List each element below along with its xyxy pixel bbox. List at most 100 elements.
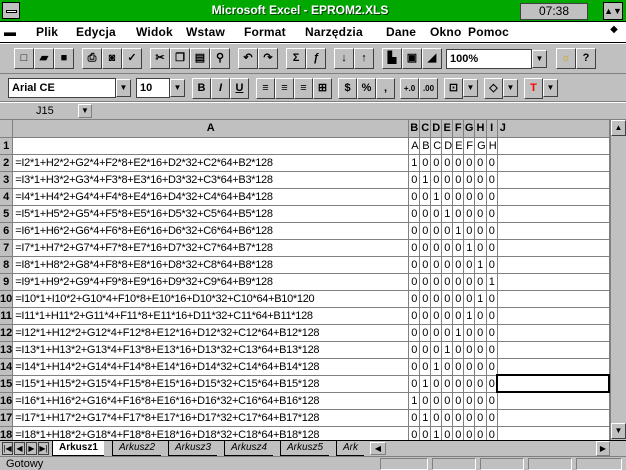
bit-cell[interactable]: 0 — [419, 392, 432, 410]
title-bar[interactable]: Microsoft Excel - EPROM2.XLS 07:38 ▲▼ — [0, 0, 626, 22]
zoom-dropdown-icon[interactable]: ▼ — [532, 50, 547, 68]
bit-cell[interactable]: 0 — [486, 171, 498, 189]
bit-cell[interactable]: 0 — [486, 341, 498, 359]
sort-desc-icon[interactable]: ↑ — [354, 48, 374, 69]
cell-reference-box[interactable]: J15 — [20, 104, 72, 118]
cell[interactable] — [497, 222, 610, 240]
row-header[interactable]: 17 — [0, 409, 14, 427]
cell-reference-dropdown-icon[interactable]: ▼ — [78, 104, 92, 118]
bit-cell[interactable]: 0 — [486, 426, 498, 440]
align-right-icon[interactable]: ≡ — [294, 78, 313, 99]
formula-cell[interactable]: =I4*1+H4*2+G4*4+F4*8+E4*16+D4*32+C4*64+B… — [12, 188, 410, 206]
maximize-restore-button[interactable]: ▲▼ — [603, 2, 623, 20]
bit-cell[interactable]: 0 — [486, 256, 498, 274]
cell[interactable] — [497, 307, 610, 325]
bit-cell[interactable]: 0 — [430, 324, 443, 342]
bit-cell[interactable]: 0 — [419, 358, 432, 376]
bit-cell[interactable]: 0 — [474, 409, 487, 427]
cell[interactable] — [497, 273, 610, 291]
column-header[interactable]: A — [12, 120, 410, 138]
bit-cell[interactable]: 0 — [452, 426, 465, 440]
formula-cell[interactable]: =I7*1+H7*2+G7*4+F7*8+E7*16+D7*32+C7*64+B… — [12, 239, 410, 257]
bit-cell[interactable]: 1 — [452, 222, 465, 240]
bit-cell[interactable]: 0 — [430, 392, 443, 410]
formula-cell[interactable]: =I18*1+H18*2+G18*4+F18*8+E18*16+D18*32+C… — [12, 426, 410, 440]
zoom-box[interactable]: 100% — [446, 49, 532, 69]
bit-cell[interactable]: 0 — [419, 256, 432, 274]
cell[interactable] — [497, 137, 610, 155]
bit-cell[interactable]: 0 — [452, 205, 465, 223]
bit-cell[interactable]: 0 — [441, 154, 454, 172]
font-color-dropdown-icon[interactable]: ▼ — [543, 79, 558, 97]
bit-cell[interactable]: 0 — [463, 290, 476, 308]
borders-icon[interactable]: ⊡ — [444, 78, 463, 99]
bit-cell[interactable]: 0 — [474, 426, 487, 440]
bit-cell[interactable]: 0 — [441, 307, 454, 325]
sheet-tab-ark[interactable]: Ark — [336, 441, 364, 456]
row-header[interactable]: 5 — [0, 205, 14, 223]
scroll-down-icon[interactable]: ▼ — [611, 423, 626, 439]
bit-cell[interactable]: 0 — [486, 324, 498, 342]
bit-cell[interactable]: 0 — [474, 358, 487, 376]
bit-cell[interactable]: 1 — [463, 239, 476, 257]
row-header[interactable]: 15 — [0, 375, 14, 393]
column-header[interactable]: J — [497, 120, 610, 138]
bit-cell[interactable]: 0 — [463, 375, 476, 393]
bit-cell[interactable]: 0 — [452, 290, 465, 308]
row-header[interactable]: 16 — [0, 392, 14, 410]
scissors-icon[interactable]: ✂ — [150, 48, 170, 69]
formula-cell[interactable]: =I10*1+I10*2+G10*4+F10*8+E10*16+D10*32+C… — [12, 290, 410, 308]
cell[interactable] — [497, 239, 610, 257]
increase-decimal-icon[interactable]: +.0 — [400, 78, 419, 99]
cell[interactable] — [497, 290, 610, 308]
document-system-menu-button[interactable]: ▬ — [4, 26, 18, 39]
bit-cell[interactable]: 0 — [474, 273, 487, 291]
bit-cell[interactable]: 0 — [430, 205, 443, 223]
bit-cell[interactable]: 0 — [452, 341, 465, 359]
menu-edycja[interactable]: Edycja — [76, 25, 116, 39]
bit-cell[interactable]: 1 — [419, 171, 432, 189]
bit-cell[interactable]: 0 — [463, 426, 476, 440]
bit-cell[interactable]: 0 — [408, 273, 421, 291]
bit-cell[interactable]: 0 — [452, 273, 465, 291]
bit-cell[interactable]: 0 — [430, 409, 443, 427]
row-header[interactable]: 8 — [0, 256, 14, 274]
bit-cell[interactable]: 0 — [441, 256, 454, 274]
bit-cell[interactable]: 0 — [430, 222, 443, 240]
menu-format[interactable]: Format — [244, 25, 286, 39]
bit-cell[interactable]: 0 — [408, 307, 421, 325]
bit-cell[interactable]: 0 — [463, 222, 476, 240]
bit-cell[interactable]: 0 — [408, 358, 421, 376]
bit-cell[interactable]: 0 — [474, 222, 487, 240]
bit-cell[interactable]: 0 — [430, 154, 443, 172]
spreadsheet-grid[interactable]: A B C D E F G H I J 1 A B C D E F G H 2 =I2*1+H2*2… — [0, 120, 610, 440]
formula-cell[interactable]: =I8*1+H8*2+G8*4+F8*8+E8*16+D8*32+C8*64+B… — [12, 256, 410, 274]
column-header[interactable]: G — [463, 120, 476, 138]
cell[interactable]: D — [441, 137, 454, 155]
formula-cell[interactable]: =I13*1+H13*2+G13*4+F13*8+E13*16+D13*32+C… — [12, 341, 410, 359]
bit-cell[interactable]: 0 — [441, 290, 454, 308]
bit-cell[interactable]: 1 — [452, 324, 465, 342]
function-icon[interactable]: ƒ — [306, 48, 326, 69]
row-header[interactable]: 7 — [0, 239, 14, 257]
scroll-up-icon[interactable]: ▲ — [611, 120, 626, 136]
cell[interactable]: G — [474, 137, 487, 155]
bit-cell[interactable]: 0 — [452, 239, 465, 257]
row-header[interactable]: 13 — [0, 341, 14, 359]
print-icon[interactable]: ⎙ — [82, 48, 102, 69]
column-header[interactable]: D — [430, 120, 443, 138]
sheet-tab-arkusz4[interactable]: Arkusz4 — [224, 441, 274, 456]
cell[interactable]: F — [463, 137, 476, 155]
cell[interactable] — [496, 374, 610, 393]
bit-cell[interactable]: 0 — [408, 239, 421, 257]
font-name-box[interactable]: Arial CE — [8, 78, 116, 98]
bit-cell[interactable]: 0 — [474, 205, 487, 223]
row-header[interactable]: 12 — [0, 324, 14, 342]
sigma-icon[interactable]: Σ — [286, 48, 306, 69]
bit-cell[interactable]: 0 — [419, 273, 432, 291]
borders-dropdown-icon[interactable]: ▼ — [463, 79, 478, 97]
column-header[interactable]: B — [408, 120, 421, 138]
format-painter-icon[interactable]: ⚲ — [210, 48, 230, 69]
bold-button[interactable]: B — [192, 78, 211, 99]
drawing-icon[interactable]: ◢ — [422, 48, 442, 69]
